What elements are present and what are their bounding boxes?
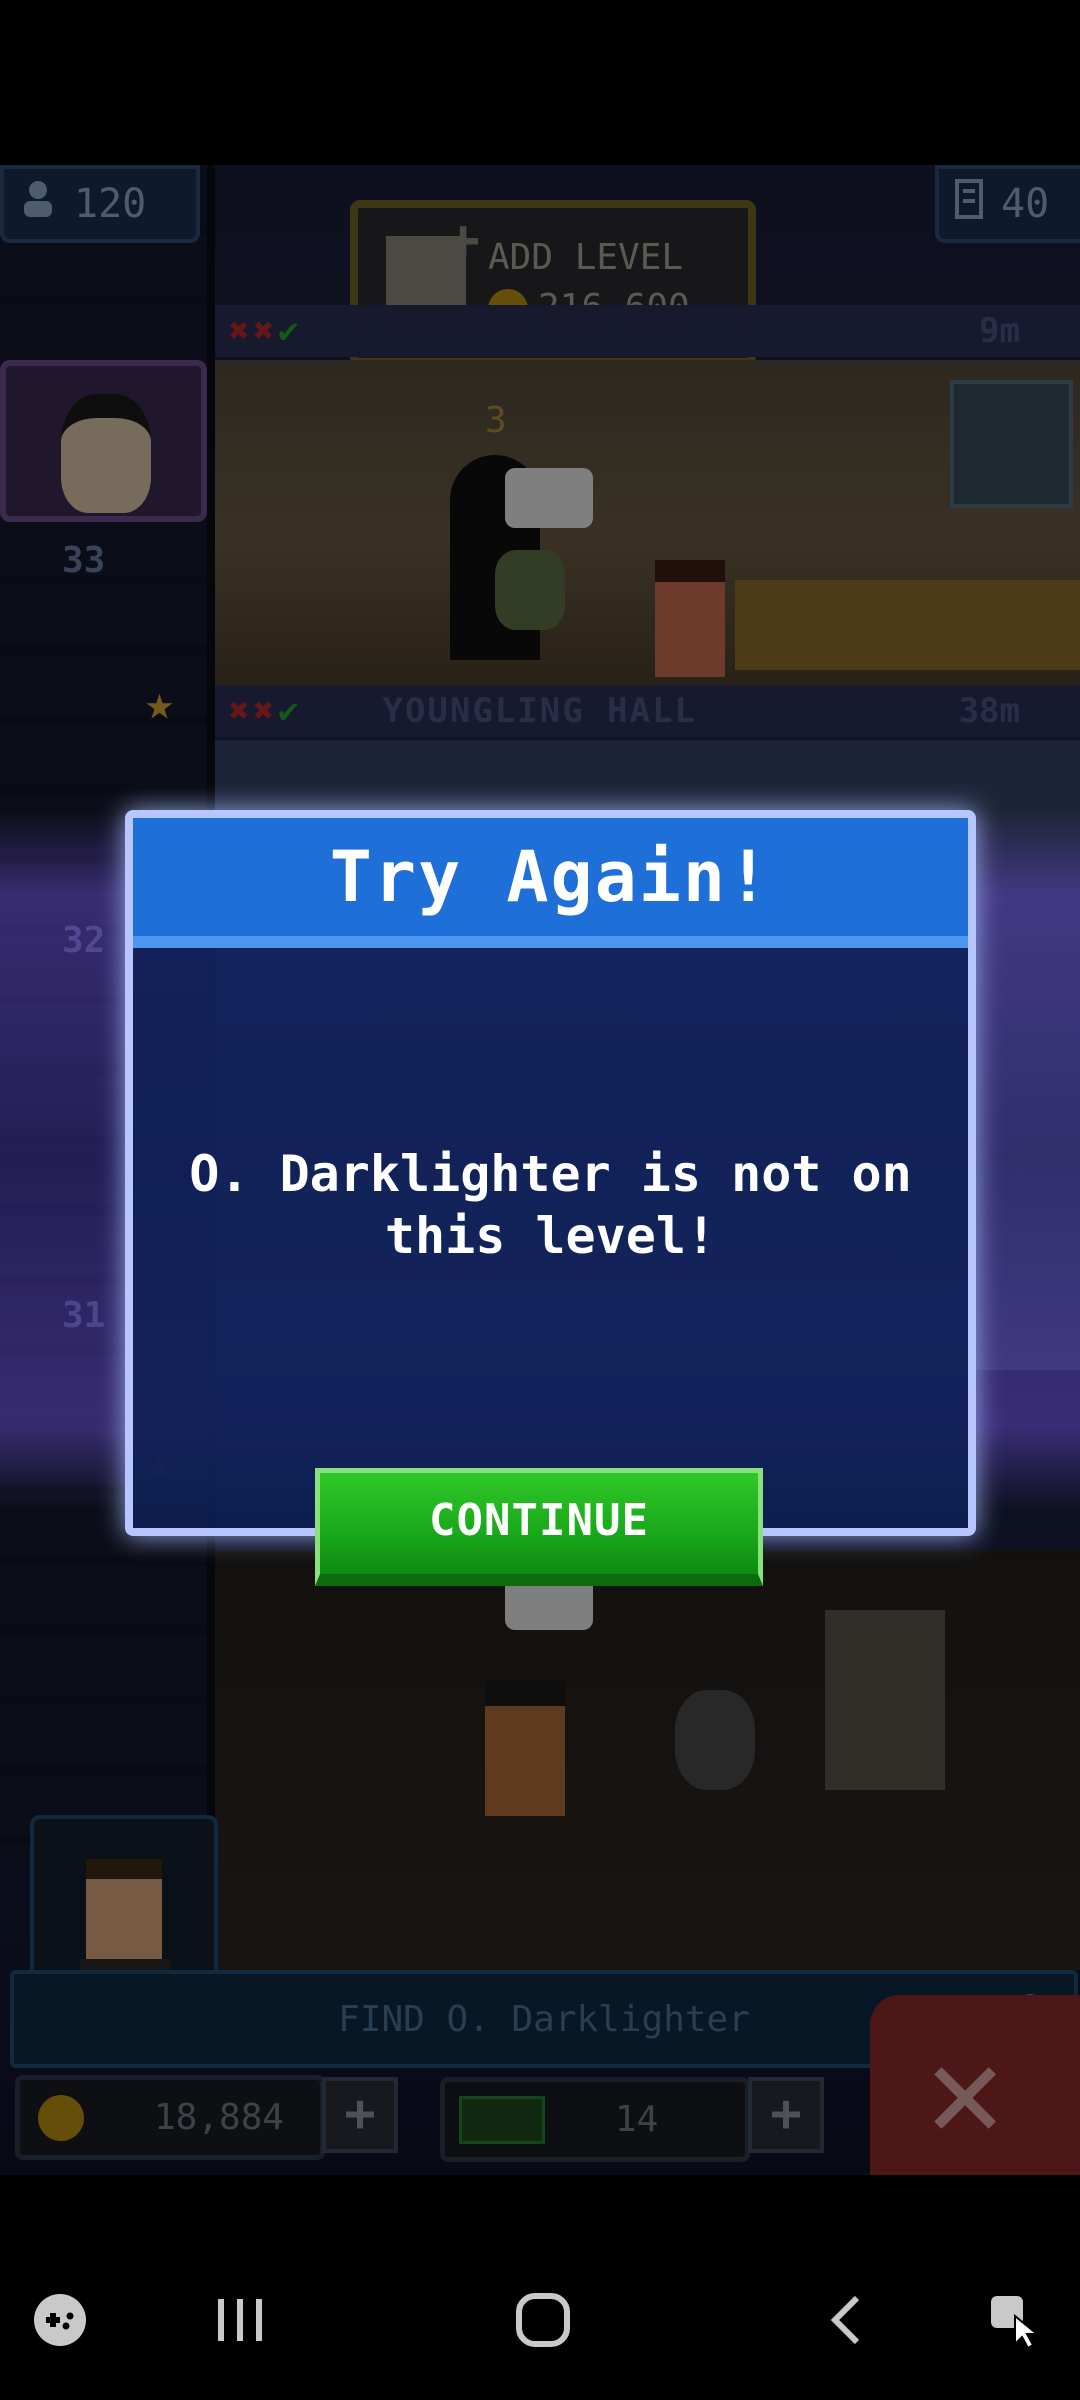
game-controller-icon[interactable] [20, 2285, 100, 2355]
dialog-message: O. Darklighter is not on this level! [189, 1145, 912, 1265]
accessibility-icon[interactable] [975, 2285, 1055, 2355]
recents-icon[interactable] [200, 2285, 280, 2355]
continue-button[interactable]: CONTINUE [315, 1468, 763, 1586]
back-icon[interactable] [805, 2285, 885, 2355]
home-icon[interactable] [503, 2285, 583, 2355]
screen: 33 32 31 ★ ★ 120 40 ADD LEVEL 216,600 [0, 0, 1080, 2400]
try-again-dialog: Try Again! O. Darklighter is not on this… [125, 810, 976, 1536]
dialog-title: Try Again! [133, 818, 968, 948]
system-nav-bar [0, 2240, 1080, 2400]
